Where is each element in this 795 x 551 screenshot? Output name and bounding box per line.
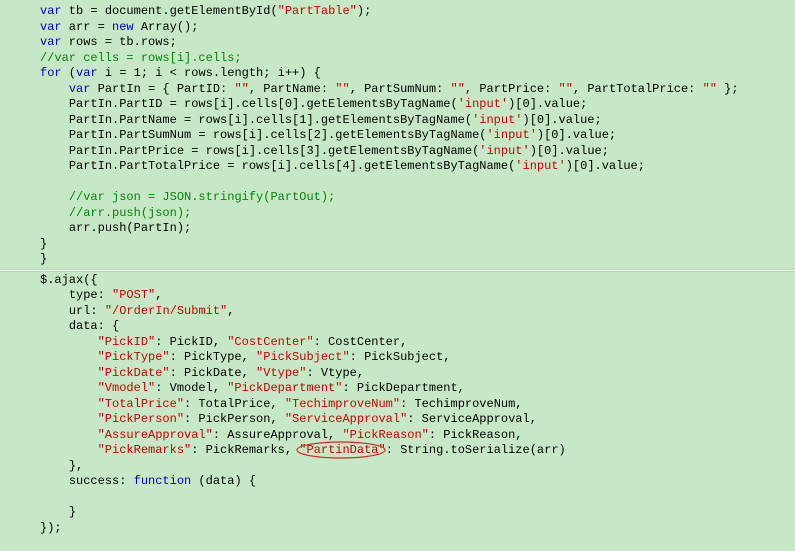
code-line: "Vmodel": Vmodel, "PickDepartment": Pick…	[0, 381, 795, 397]
string-token: "Vmodel"	[98, 381, 156, 395]
keyword-token: var	[69, 82, 91, 96]
comment-token: //var cells = rows[i].cells;	[40, 51, 242, 65]
keyword-token: for	[40, 66, 62, 80]
code-line: $.ajax({	[0, 273, 795, 289]
code-line: }	[0, 252, 795, 268]
code-line: }	[0, 505, 795, 521]
code-line: }	[0, 237, 795, 253]
code-line: arr.push(PartIn);	[0, 221, 795, 237]
comment-token: //arr.push(json);	[69, 206, 191, 220]
highlighted-key: "PartinData"	[299, 443, 385, 459]
string-token: 'input'	[472, 113, 522, 127]
string-token: 'input'	[479, 144, 529, 158]
code-line: "PickPerson": PickPerson, "ServiceApprov…	[0, 412, 795, 428]
code-line: PartIn.PartPrice = rows[i].cells[3].getE…	[0, 144, 795, 160]
code-line: PartIn.PartName = rows[i].cells[1].getEl…	[0, 113, 795, 129]
string-token: "PickType"	[98, 350, 170, 364]
code-line: PartIn.PartSumNum = rows[i].cells[2].get…	[0, 128, 795, 144]
comment-token: //var json = JSON.stringify(PartOut);	[69, 190, 335, 204]
string-token: "AssureApproval"	[98, 428, 213, 442]
string-token: "TechimproveNum"	[285, 397, 400, 411]
code-line: var PartIn = { PartID: "", PartName: "",…	[0, 82, 795, 98]
keyword-token: new	[112, 20, 134, 34]
keyword-token: var	[40, 4, 62, 18]
code-line: "AssureApproval": AssureApproval, "PickR…	[0, 428, 795, 444]
keyword-token: var	[76, 66, 98, 80]
string-token: "PickSubject"	[256, 350, 350, 364]
code-line: },	[0, 459, 795, 475]
string-token: ""	[559, 82, 573, 96]
keyword-token: function	[134, 474, 192, 488]
code-line: //var json = JSON.stringify(PartOut);	[0, 190, 795, 206]
code-line: //var cells = rows[i].cells;	[0, 51, 795, 67]
string-token: "PickReason"	[342, 428, 428, 442]
string-token: "PickDate"	[98, 366, 170, 380]
string-token: 'input'	[458, 97, 508, 111]
code-line: "PickRemarks": PickRemarks, "PartinData"…	[0, 443, 795, 459]
code-line: data: {	[0, 319, 795, 335]
string-token: 'input'	[515, 159, 565, 173]
code-line: "PickDate": PickDate, "Vtype": Vtype,	[0, 366, 795, 382]
code-line: for (var i = 1; i < rows.length; i++) {	[0, 66, 795, 82]
string-token: ""	[234, 82, 248, 96]
code-line: "PickType": PickType, "PickSubject": Pic…	[0, 350, 795, 366]
code-line: "PickID": PickID, "CostCenter": CostCent…	[0, 335, 795, 351]
code-line: type: "POST",	[0, 288, 795, 304]
string-token: "POST"	[112, 288, 155, 302]
code-line: });	[0, 521, 795, 537]
keyword-token: var	[40, 20, 62, 34]
code-line: url: "/OrderIn/Submit",	[0, 304, 795, 320]
string-token: ""	[451, 82, 465, 96]
string-token: "Vtype"	[256, 366, 306, 380]
code-line: PartIn.PartID = rows[i].cells[0].getElem…	[0, 97, 795, 113]
string-token: "PickDepartment"	[227, 381, 342, 395]
string-token: "PartTable"	[278, 4, 357, 18]
code-line: var rows = tb.rows;	[0, 35, 795, 51]
string-token: "PickRemarks"	[98, 443, 192, 457]
string-token: "ServiceApproval"	[285, 412, 407, 426]
string-token: 'input'	[486, 128, 536, 142]
string-token: "PickPerson"	[98, 412, 184, 426]
string-token: "CostCenter"	[227, 335, 313, 349]
string-token: "/OrderIn/Submit"	[105, 304, 227, 318]
code-line: "TotalPrice": TotalPrice, "TechimproveNu…	[0, 397, 795, 413]
code-line	[0, 490, 795, 506]
code-line	[0, 175, 795, 191]
string-token: ""	[335, 82, 349, 96]
code-line: var tb = document.getElementById("PartTa…	[0, 4, 795, 20]
code-line: //arr.push(json);	[0, 206, 795, 222]
string-token: "PartinData"	[299, 443, 385, 457]
code-editor: var tb = document.getElementById("PartTa…	[0, 0, 795, 551]
string-token: ""	[703, 82, 717, 96]
code-line: PartIn.PartTotalPrice = rows[i].cells[4]…	[0, 159, 795, 175]
keyword-token: var	[40, 35, 62, 49]
code-line: success: function (data) {	[0, 474, 795, 490]
string-token: "PickID"	[98, 335, 156, 349]
editor-gap	[0, 269, 795, 272]
string-token: "TotalPrice"	[98, 397, 184, 411]
code-line: var arr = new Array();	[0, 20, 795, 36]
